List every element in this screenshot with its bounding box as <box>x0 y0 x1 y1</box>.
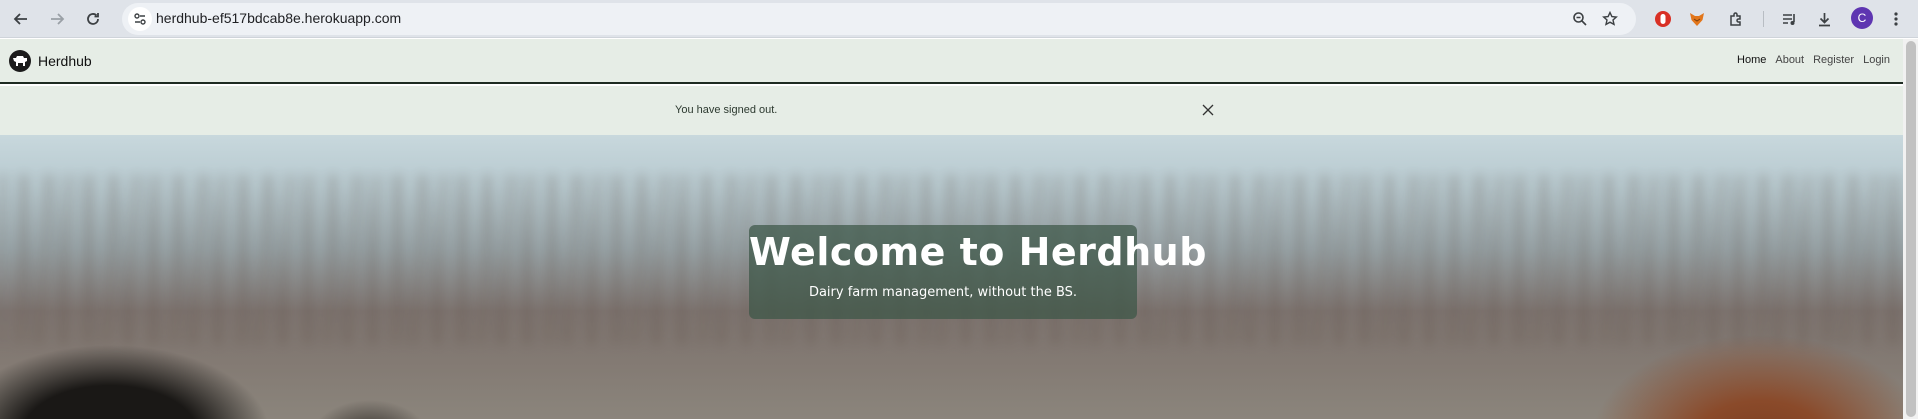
brand-name: Herdhub <box>38 53 92 69</box>
nav-link-register[interactable]: Register <box>1813 54 1854 66</box>
nav-link-about[interactable]: About <box>1775 54 1804 66</box>
nav-links: Home About Register Login <box>1728 54 1890 66</box>
close-icon[interactable] <box>1197 99 1219 121</box>
reload-icon[interactable] <box>78 4 108 34</box>
downloads-icon[interactable] <box>1811 6 1837 32</box>
browser-toolbar: herdhub-ef517bdcab8e.herokuapp.com C <box>0 0 1918 38</box>
hero-title: Welcome to Herdhub <box>749 230 1207 274</box>
extensions-puzzle-icon[interactable] <box>1723 6 1749 32</box>
hero-subtitle: Dairy farm management, without the BS. <box>808 285 1078 300</box>
zoom-icon[interactable] <box>1568 7 1592 31</box>
media-control-icon[interactable] <box>1776 6 1802 32</box>
extension-fox-icon[interactable] <box>1684 6 1710 32</box>
nav-link-login[interactable]: Login <box>1863 54 1890 66</box>
site-navbar: Herdhub Home About Register Login <box>0 39 1903 84</box>
site-info-icon[interactable] <box>128 7 152 31</box>
signed-out-alert: You have signed out. <box>0 86 1903 135</box>
cow-logo-icon <box>9 50 31 72</box>
hero-banner: Welcome to Herdhub Dairy farm management… <box>0 135 1903 419</box>
toolbar-divider <box>1763 11 1764 27</box>
nav-link-home[interactable]: Home <box>1737 54 1766 66</box>
back-icon[interactable] <box>6 4 36 34</box>
profile-avatar[interactable]: C <box>1851 7 1873 29</box>
bookmark-star-icon[interactable] <box>1598 7 1622 31</box>
page-viewport: Herdhub Home About Register Login You ha… <box>0 39 1903 419</box>
brand[interactable]: Herdhub <box>9 50 92 72</box>
url-text[interactable]: herdhub-ef517bdcab8e.herokuapp.com <box>156 10 401 26</box>
menu-icon[interactable] <box>1883 6 1909 32</box>
extension-shield-icon[interactable] <box>1650 6 1676 32</box>
hero-card: Welcome to Herdhub Dairy farm management… <box>749 225 1207 319</box>
forward-icon[interactable] <box>42 4 72 34</box>
address-bar[interactable]: herdhub-ef517bdcab8e.herokuapp.com <box>122 3 1636 35</box>
alert-message: You have signed out. <box>675 104 778 116</box>
scrollbar-thumb[interactable] <box>1906 41 1916 417</box>
